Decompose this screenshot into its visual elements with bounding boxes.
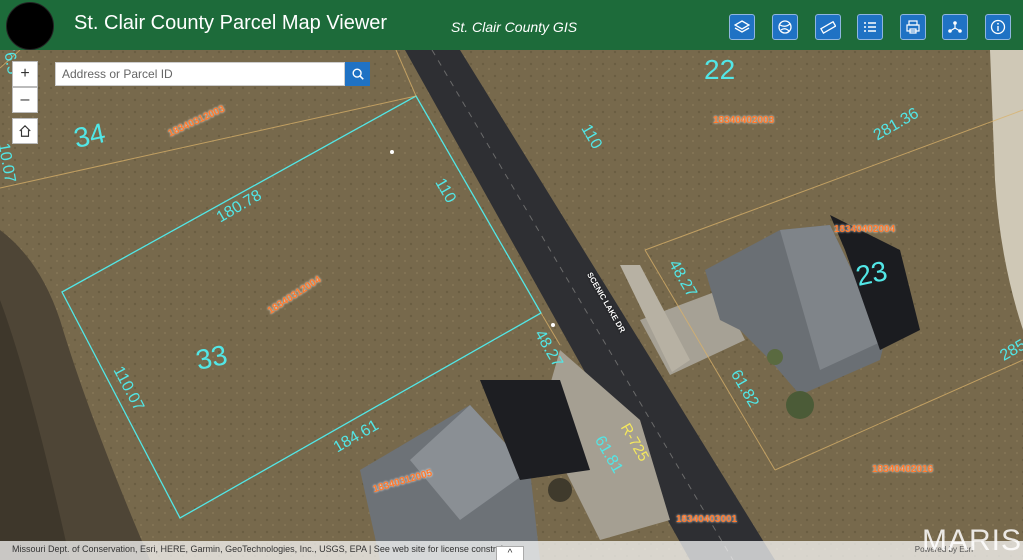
search-input[interactable] [55, 62, 345, 86]
map-view[interactable]: 34 22 33 23 18340312003 18340402003 1834… [0, 50, 1023, 560]
search-icon [351, 68, 364, 80]
parcel-id-label: 18340403001 [676, 514, 738, 525]
legend-list-icon [864, 22, 876, 32]
section-label: 22 [704, 54, 736, 85]
share-button[interactable] [942, 14, 968, 40]
zoom-in-button[interactable]: + [12, 61, 38, 87]
parcel-id-label: 18340402003 [713, 115, 775, 126]
layers-button[interactable] [729, 14, 755, 40]
app-header: St. Clair County Parcel Map Viewer St. C… [0, 0, 1023, 50]
measure-button[interactable] [815, 14, 841, 40]
app-title: St. Clair County Parcel Map Viewer [74, 12, 388, 34]
aerial-imagery [0, 50, 1023, 560]
app-subtitle: St. Clair County GIS [451, 19, 578, 35]
layers-icon [734, 20, 750, 33]
home-icon [19, 124, 31, 137]
share-icon [948, 21, 962, 33]
parcel-id-label: 18340402016 [872, 464, 934, 475]
search-button[interactable] [345, 62, 370, 86]
print-button[interactable] [900, 14, 926, 40]
section-label: 33 [193, 339, 230, 376]
zoom-out-button[interactable]: – [12, 87, 38, 113]
parcel-id-label: 18340402004 [834, 224, 896, 235]
maris-watermark: MARIS [922, 524, 1023, 557]
section-label: 23 [853, 255, 890, 292]
home-button[interactable] [12, 118, 38, 144]
county-logo [6, 2, 54, 50]
info-button[interactable] [985, 14, 1011, 40]
info-icon [990, 19, 1006, 35]
measure-icon [820, 20, 836, 34]
basemap-icon [778, 20, 792, 34]
basemap-button[interactable] [772, 14, 798, 40]
attribution-text: Missouri Dept. of Conservation, Esri, HE… [12, 544, 518, 554]
print-icon [906, 20, 920, 34]
legend-button[interactable] [857, 14, 883, 40]
attribution-expand-button[interactable]: ^ [496, 546, 524, 560]
section-label: 34 [71, 117, 108, 154]
